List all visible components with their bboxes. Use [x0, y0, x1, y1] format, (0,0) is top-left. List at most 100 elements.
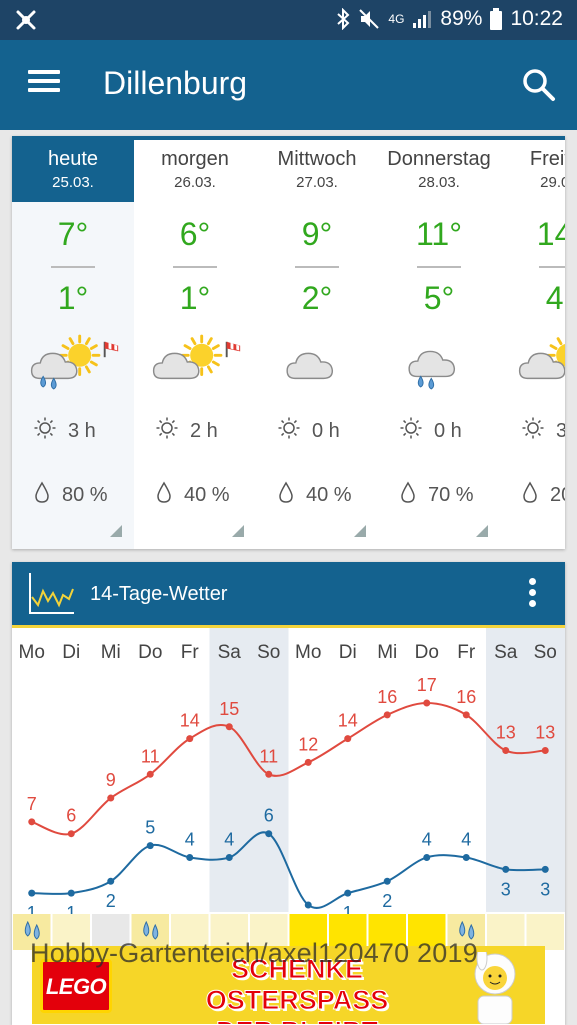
day-column[interactable]: heute 25.03. 7° 1° 3 h 80 %	[12, 136, 134, 549]
data-point	[502, 865, 510, 873]
weekday-label: Mo	[295, 642, 321, 663]
day-body: 6° 1° 2 h 40 %	[134, 202, 256, 549]
battery-icon	[490, 8, 503, 30]
clock: 10:22	[510, 7, 563, 30]
cloud-sun-icon	[152, 334, 241, 380]
sunshine-hours: 3 h	[34, 416, 124, 446]
data-label: 12	[298, 734, 318, 754]
data-point	[225, 723, 233, 731]
data-point	[423, 853, 431, 861]
search-icon[interactable]	[522, 68, 556, 102]
min-temp: 5°	[423, 280, 455, 316]
data-label: 14	[180, 711, 200, 731]
day-body: 11° 5° 0 h 70 %	[378, 202, 500, 549]
weekday-label: Sa	[494, 642, 518, 663]
sunshine-hours: 2 h	[156, 416, 246, 446]
data-label: 7	[27, 794, 37, 814]
data-label: 11	[141, 746, 160, 766]
more-vertical-icon[interactable]	[522, 578, 542, 610]
day-column[interactable]: Mittwoch 27.03. 9° 2° 0 h 40 %	[256, 136, 378, 549]
min-temp: 1°	[57, 280, 89, 316]
data-label: 16	[456, 687, 476, 707]
data-point	[304, 901, 312, 909]
max-temp: 9°	[301, 216, 333, 252]
hamburger-menu-icon[interactable]	[28, 70, 60, 96]
trend-header: 14-Tage-Wetter	[12, 562, 565, 625]
data-point	[225, 853, 233, 861]
rain-probability: 80 %	[34, 480, 134, 510]
data-label: 3	[540, 879, 550, 899]
day-name: heute	[47, 148, 99, 170]
weekday-label: Sa	[218, 642, 242, 663]
day-column[interactable]: morgen 26.03. 6° 1° 2 h 40 %	[134, 136, 256, 549]
cloud-sun-icon	[518, 337, 565, 380]
data-label: 2	[382, 891, 392, 911]
max-temp: 11°	[415, 216, 462, 252]
sun-icon	[34, 417, 56, 445]
line-chart-icon	[29, 573, 74, 614]
signal-icon	[413, 11, 432, 28]
battery-percent: 89%	[440, 7, 483, 30]
min-temp: 2°	[301, 280, 333, 316]
weekday-label: So	[257, 642, 280, 663]
day-date: 28.03.	[418, 174, 460, 191]
data-label: 5	[145, 818, 155, 838]
day-date: 29.03.	[540, 174, 565, 191]
data-point	[28, 818, 36, 826]
expand-corner-icon	[476, 525, 488, 537]
data-label: 6	[264, 806, 274, 826]
min-temp: 4°	[545, 280, 565, 316]
weekday-label: Mi	[377, 642, 397, 663]
weekday-label: Mi	[101, 642, 121, 663]
data-point	[462, 853, 470, 861]
rain-probability: 20 %	[522, 480, 565, 510]
rain-probability: 70 %	[400, 480, 500, 510]
day-column[interactable]: Freitag 29.03. 14° 4° 3 h 20 %	[500, 136, 565, 549]
raindrop-icon	[522, 481, 538, 509]
rain-probability: 40 %	[156, 480, 256, 510]
data-point	[541, 865, 549, 873]
data-point	[107, 877, 115, 885]
weekday-label: Do	[138, 642, 162, 663]
day-body: 7° 1° 3 h 80 %	[12, 202, 134, 549]
day-header: Mittwoch 27.03.	[256, 136, 378, 202]
sun-icon	[156, 417, 178, 445]
weekday-label: Fr	[457, 642, 476, 663]
data-point	[462, 711, 470, 719]
weekday-label: Fr	[181, 642, 200, 663]
data-label: 2	[106, 891, 116, 911]
data-label: 14	[338, 711, 358, 731]
sunshine-hours: 3 h	[522, 416, 565, 446]
expand-corner-icon	[354, 525, 366, 537]
weekday-label: Do	[415, 642, 439, 663]
sun-icon	[400, 417, 422, 445]
data-point	[423, 699, 431, 707]
day-header: Donnerstag 28.03.	[378, 136, 500, 202]
daily-forecast-card: heute 25.03. 7° 1° 3 h 80 % morgen 26.03…	[12, 136, 565, 549]
day-name: Mittwoch	[277, 148, 357, 170]
weekday-label: Di	[62, 642, 80, 663]
day-column[interactable]: Donnerstag 28.03. 11° 5° 0 h 70 %	[378, 136, 500, 549]
data-label: 13	[535, 723, 555, 743]
day-body: 9° 2° 0 h 40 %	[256, 202, 378, 549]
weekend-band	[209, 628, 249, 912]
data-point	[28, 889, 36, 897]
expand-corner-icon	[232, 525, 244, 537]
data-point	[146, 770, 154, 778]
day-date: 25.03.	[52, 174, 94, 191]
data-point	[67, 889, 75, 897]
weekday-label: Mo	[19, 642, 45, 663]
weekday-label: So	[534, 642, 557, 663]
data-point	[265, 830, 273, 838]
data-label: 4	[224, 829, 234, 849]
raindrop-icon	[400, 481, 416, 509]
data-point	[146, 842, 154, 850]
day-name: morgen	[161, 148, 229, 170]
app-bar: Dillenburg	[0, 40, 577, 130]
data-label: 11	[259, 746, 278, 766]
raindrop-icon	[34, 481, 50, 509]
min-temp: 1°	[179, 280, 211, 316]
day-body: 14° 4° 3 h 20 %	[500, 202, 565, 549]
sun-icon	[522, 417, 544, 445]
data-label: 17	[417, 675, 437, 695]
